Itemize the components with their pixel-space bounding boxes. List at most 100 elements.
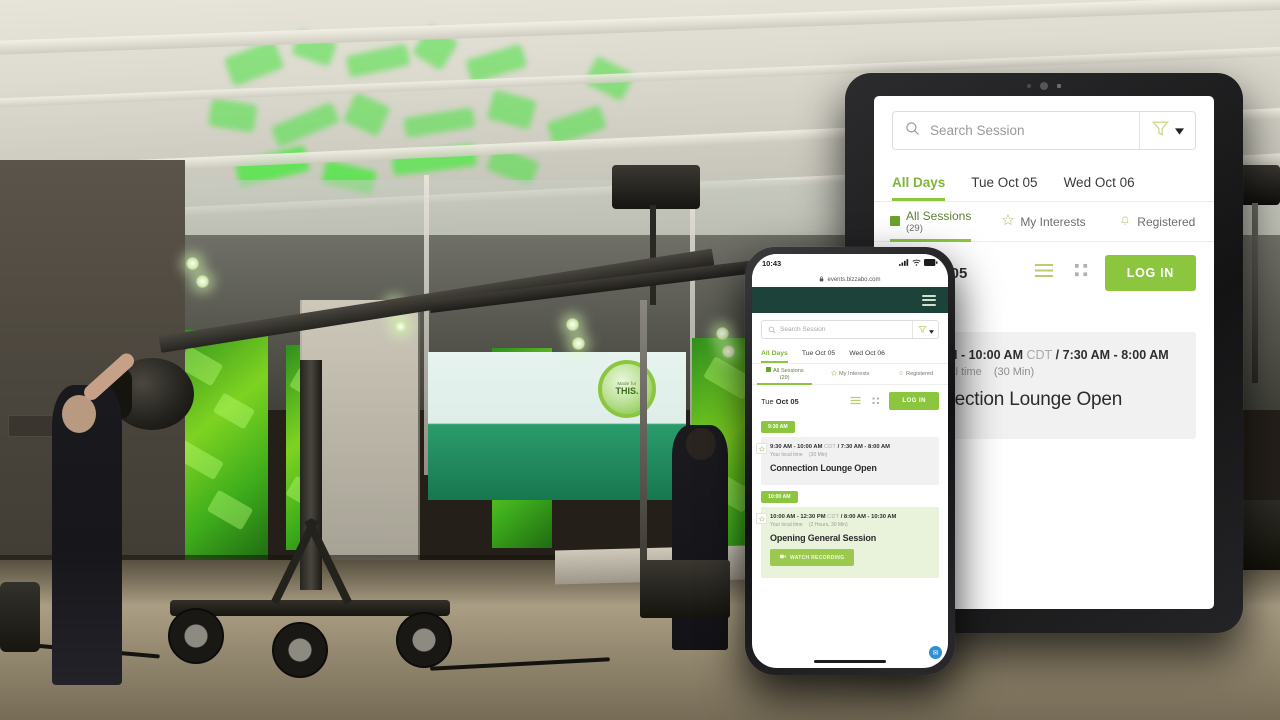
phone-day-tab-oct05[interactable]: Tue Oct 05 <box>802 350 835 363</box>
tablet-front-camera-icon <box>1040 82 1048 90</box>
phone-filter-registered[interactable]: Registered <box>883 364 948 384</box>
list-view-icon[interactable] <box>850 392 861 410</box>
phone-status-time: 10:43 <box>762 259 782 268</box>
phone-status-indicators <box>899 259 938 268</box>
star-outline-icon[interactable] <box>756 513 767 524</box>
phone-session-1-local-label: Your local time <box>770 452 803 458</box>
phone-filter-all-sessions[interactable]: All Sessions (29) <box>752 364 817 385</box>
tablet-day-tab-oct06[interactable]: Wed Oct 06 <box>1064 175 1135 201</box>
phone-session-1-time-start: 9:30 AM - 10:00 AM <box>770 444 823 450</box>
filter-funnel-icon <box>1151 119 1170 143</box>
star-icon <box>1002 214 1015 229</box>
phone-session-1-time-local: / 7:30 AM - 8:00 AM <box>837 444 890 450</box>
equipment-case <box>640 560 730 618</box>
tablet-view-toggles <box>1034 263 1089 283</box>
phone-login-button[interactable]: LOG IN <box>889 392 939 410</box>
phone-home-indicator <box>814 660 886 663</box>
screenshot-root: Made for THIS. Search Session All Days T… <box>0 0 1280 720</box>
grid-view-icon[interactable] <box>1074 263 1089 283</box>
phone-status-bar: 10:43 <box>752 254 948 273</box>
chat-icon[interactable]: ✉ <box>929 646 942 659</box>
tablet-filter-registered[interactable]: Registered <box>1101 202 1214 241</box>
light-tripod <box>640 300 647 600</box>
spot-light <box>566 318 579 331</box>
phone-view-toggles <box>850 392 880 410</box>
tablet-day-tab-all[interactable]: All Days <box>892 175 946 201</box>
phone-session-1-timezone: CDT <box>824 444 836 450</box>
tablet-search-field[interactable]: Search Session <box>893 112 1139 149</box>
phone-session-2-time-local: / 8:00 AM - 10:30 AM <box>840 514 897 520</box>
search-icon <box>905 121 920 141</box>
tablet-camera-row <box>1027 82 1061 90</box>
spot-light <box>196 275 209 288</box>
phone-date-label: Tue Oct 05 <box>761 397 799 406</box>
tablet-search-row: Search Session <box>874 96 1214 164</box>
spot-light <box>186 257 199 270</box>
star-outline-icon[interactable] <box>756 443 767 454</box>
filter-funnel-icon <box>917 321 927 338</box>
phone-session-1-subline: Your local time (30 Min) <box>770 452 931 458</box>
phone-session-1-time: 9:30 AM - 10:00 AM CDT / 7:30 AM - 8:00 … <box>770 444 931 450</box>
phone-search-box[interactable]: Search Session <box>761 320 939 339</box>
tablet-filter-all-sessions[interactable]: All Sessions (29) <box>874 202 987 242</box>
phone-filter-interests-label: My Interests <box>839 371 870 377</box>
tablet-filter-registered-label: Registered <box>1137 214 1196 229</box>
camera-stand-right <box>1252 203 1258 383</box>
spot-light <box>722 345 735 358</box>
search-icon <box>768 321 776 338</box>
phone-screen: 10:43 events.bizzabo.com Search Session … <box>752 254 948 668</box>
tablet-filter-tabs: All Sessions (29) My Interests Registere… <box>874 202 1214 242</box>
hamburger-menu-icon[interactable] <box>922 294 936 306</box>
phone-filter-button[interactable] <box>912 321 938 338</box>
phone-time-badge-1: 9:30 AM <box>761 421 795 433</box>
phone-device: 10:43 events.bizzabo.com Search Session … <box>745 247 955 675</box>
tablet-filter-all-label: All Sessions <box>905 209 972 223</box>
grid-view-icon[interactable] <box>872 392 880 410</box>
operator-head <box>686 428 716 460</box>
grid-square-icon <box>765 367 771 374</box>
phone-session-2-timezone: CDT <box>827 514 840 520</box>
tablet-day-tab-oct05[interactable]: Tue Oct 05 <box>971 175 1037 201</box>
phone-watch-recording-label: WATCH RECORDING <box>790 554 845 561</box>
phone-search-placeholder: Search Session <box>780 326 826 333</box>
phone-session-2-subline: Your local time (2 Hours, 30 Min) <box>770 522 931 528</box>
tablet-login-button[interactable]: LOG IN <box>1104 255 1196 291</box>
phone-app-header <box>752 287 948 313</box>
tablet-session-time-local: / 7:30 AM - 8:00 AM <box>1055 348 1169 362</box>
phone-session-card-1[interactable]: 9:30 AM - 10:00 AM CDT / 7:30 AM - 8:00 … <box>756 437 939 485</box>
phone-day-tab-all[interactable]: All Days <box>761 350 788 363</box>
phone-filter-tabs: All Sessions (29) My Interests Registere… <box>752 364 948 385</box>
phone-session-2-time: 10:00 AM - 12:30 PM CDT / 8:00 AM - 10:3… <box>770 514 931 520</box>
crew-head <box>62 395 96 433</box>
chevron-down-icon <box>928 321 934 338</box>
phone-url-text: events.bizzabo.com <box>827 277 881 283</box>
phone-session-2-title: Opening General Session <box>770 533 877 543</box>
led-wall-left <box>172 330 268 560</box>
spot-light <box>716 327 729 340</box>
phone-search-row: Search Session <box>752 313 948 345</box>
tablet-filter-my-interests[interactable]: My Interests <box>987 202 1100 241</box>
tablet-session-duration: (30 Min) <box>993 366 1035 378</box>
tablet-day-tabs: All Days Tue Oct 05 Wed Oct 06 <box>874 164 1214 202</box>
phone-filter-all-count: (29) <box>779 375 790 381</box>
tablet-indicator-icon <box>1057 84 1061 88</box>
list-view-icon[interactable] <box>1034 263 1054 283</box>
phone-filter-my-interests[interactable]: My Interests <box>817 364 882 384</box>
tablet-filter-button[interactable] <box>1139 112 1195 149</box>
tablet-session-timezone: CDT <box>1026 348 1053 362</box>
spot-light <box>394 320 407 333</box>
phone-day-tab-oct06[interactable]: Wed Oct 06 <box>849 350 885 363</box>
camera-crane-column <box>300 360 322 590</box>
phone-session-2-duration: (2 Hours, 30 Min) <box>809 522 848 528</box>
dolly-wheel <box>168 608 224 664</box>
tablet-filter-all-count: (29) <box>905 223 923 234</box>
tablet-filter-interests-label: My Interests <box>1020 214 1086 229</box>
signal-bars-icon <box>899 259 909 268</box>
phone-search-field[interactable]: Search Session <box>762 321 912 338</box>
stage-light-fixture <box>612 165 700 209</box>
phone-watch-recording-button[interactable]: WATCH RECORDING <box>770 549 855 566</box>
battery-icon <box>924 259 938 268</box>
tablet-search-box[interactable]: Search Session <box>892 111 1196 150</box>
phone-url-bar[interactable]: events.bizzabo.com <box>752 273 948 287</box>
phone-session-card-2[interactable]: 10:00 AM - 12:30 PM CDT / 8:00 AM - 10:3… <box>756 507 939 578</box>
